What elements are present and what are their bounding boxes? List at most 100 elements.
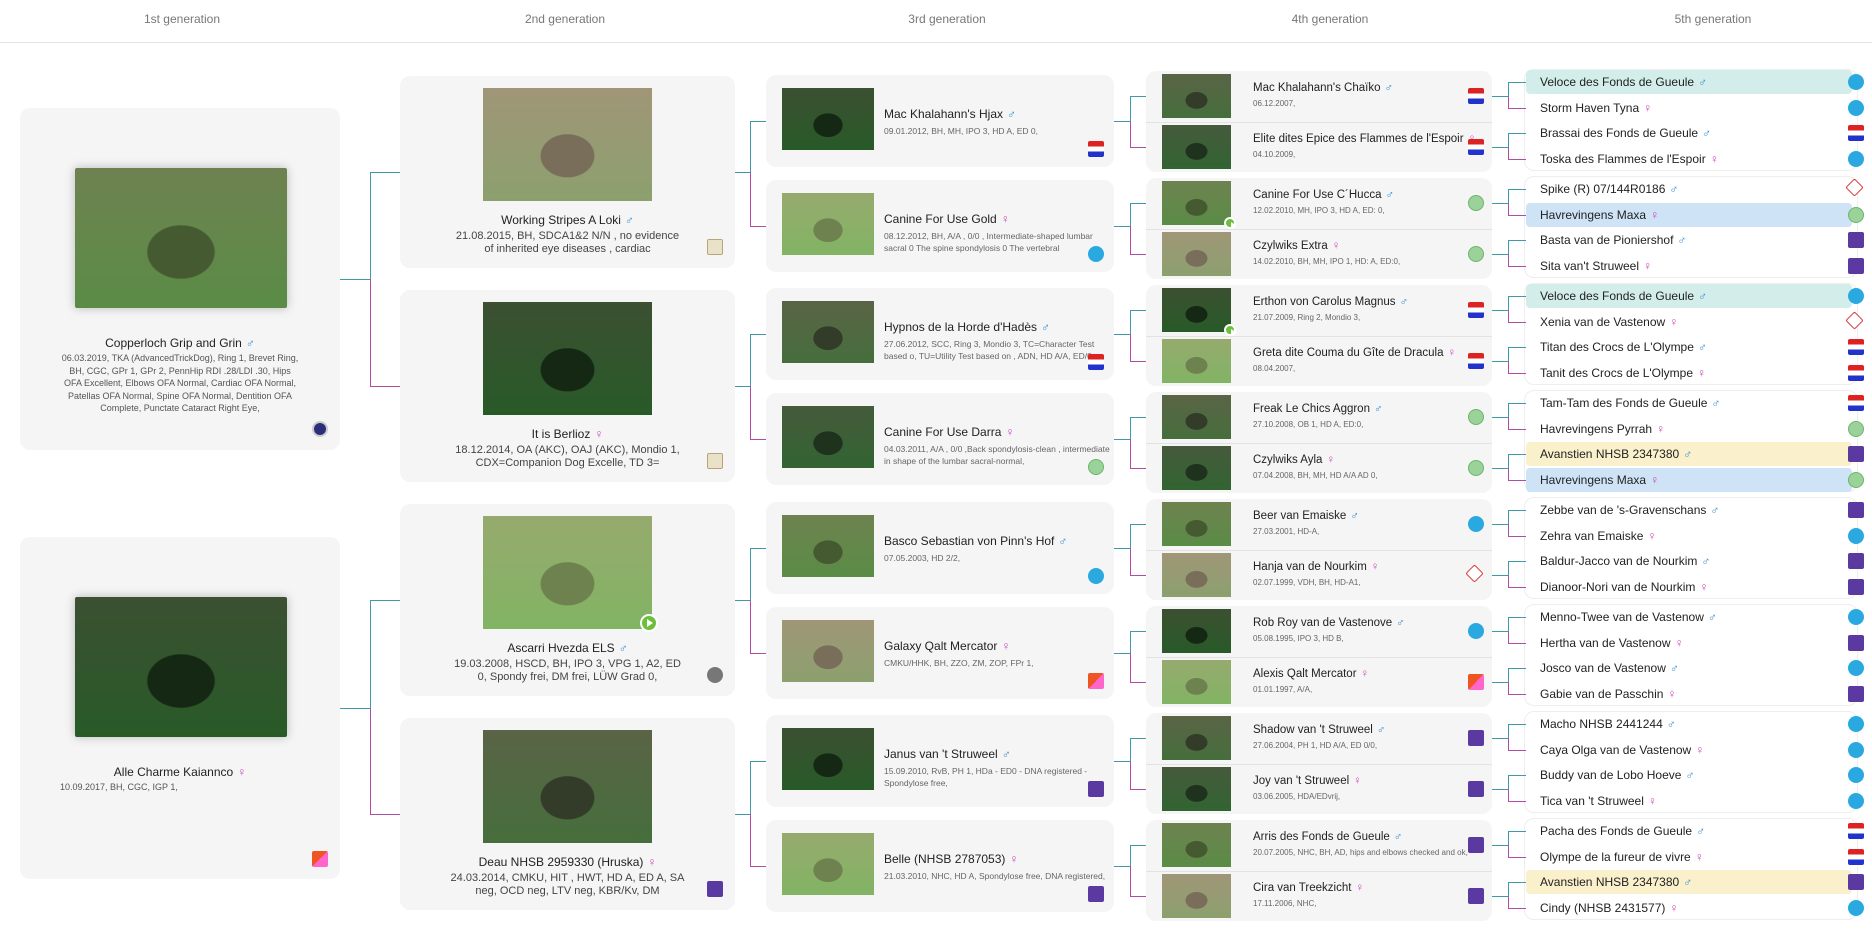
gen2-card[interactable]: Working Stripes A Loki ♂ 21.08.2015, BH, S… (400, 76, 735, 268)
blue-registry-icon[interactable] (1848, 609, 1864, 625)
gen5-row[interactable]: Xenia van de Vastenow ♀ (1526, 310, 1864, 334)
purple-registry-icon[interactable] (1088, 886, 1104, 902)
gen3-card[interactable]: Mac Khalahann's Hjax ♂ 09.01.2012, BH, MH,… (766, 75, 1114, 167)
dog-photo[interactable] (782, 88, 874, 150)
gen2-card[interactable]: Deau NHSB 2959330 (Hruska) ♀ 24.03.2014, C… (400, 718, 735, 910)
green-registry-icon[interactable] (1468, 246, 1484, 262)
gen1-card[interactable]: Copperloch Grip and Grin ♂ 06.03.2019, TKA… (20, 108, 340, 450)
green-registry-icon[interactable] (1468, 409, 1484, 425)
flag-registry-icon[interactable] (1848, 848, 1864, 865)
gen4-row[interactable]: Canine For Use C´Hucca ♂ 12.02.2010, MH, I… (1146, 178, 1492, 230)
gen4-row[interactable]: Mac Khalahann's Chaïko ♂ 06.12.2007, (1146, 71, 1492, 121)
dog-photo[interactable] (1162, 874, 1231, 918)
gen5-row[interactable]: Spike (R) 07/144R0186 ♂ (1526, 177, 1864, 201)
blue-registry-icon[interactable] (1468, 516, 1484, 532)
gen4-row[interactable]: Beer van Emaiske ♂ 27.03.2001, HD-A, (1146, 499, 1492, 549)
brindle-dog-photo[interactable] (75, 168, 287, 308)
dog-name[interactable]: Alexis Qalt Mercator ♀ (1253, 668, 1369, 680)
dog-name[interactable]: Baldur-Jacco van de Nourkim ♂ (1540, 554, 1710, 568)
purple-registry-icon[interactable] (1848, 502, 1864, 518)
green-registry-icon[interactable] (1848, 471, 1864, 488)
purple-registry-icon[interactable] (1468, 888, 1484, 904)
dog-photo[interactable] (782, 620, 874, 682)
blue-registry-icon[interactable] (1848, 150, 1864, 167)
dog-photo[interactable] (782, 301, 874, 363)
dog-photo[interactable] (1162, 288, 1231, 332)
gen3-card[interactable]: Hypnos de la Horde d'Hadès ♂ 27.06.2012, S… (766, 288, 1114, 380)
dog-photo[interactable] (483, 730, 652, 843)
blue-registry-icon[interactable] (1848, 527, 1864, 544)
blue-registry-icon[interactable] (1088, 246, 1104, 262)
video-play-icon[interactable] (640, 614, 658, 632)
dog-name[interactable]: Zehra van Emaiske ♀ (1540, 529, 1656, 543)
flag-registry-icon[interactable] (1848, 364, 1864, 381)
dog-name[interactable]: Beer van Emaiske ♂ (1253, 510, 1359, 522)
purple-registry-icon[interactable] (1848, 874, 1864, 891)
dog-photo[interactable] (1162, 660, 1231, 704)
dog-name[interactable]: Xenia van de Vastenow ♀ (1540, 315, 1678, 329)
flag-registry-icon[interactable] (1848, 339, 1864, 356)
dog-name[interactable]: Czylwiks Ayla ♀ (1253, 454, 1335, 466)
flag-registry-icon[interactable] (1468, 88, 1484, 104)
gen5-row[interactable]: Tanit des Crocs de L'Olympe ♀ (1526, 361, 1864, 385)
gen4-row[interactable]: Greta dite Couma du Gîte de Dracula ♀ 08.0… (1146, 336, 1492, 386)
gen4-row[interactable]: Cira van Treekzicht ♀ 17.11.2006, NHC, (1146, 871, 1492, 921)
dog-name[interactable]: Gabie van de Passchin ♀ (1540, 687, 1676, 701)
gen5-row[interactable]: Toska des Flammes de l'Espoir ♀ (1526, 147, 1864, 171)
gen5-row[interactable]: Veloce des Fonds de Gueule ♂ (1526, 70, 1864, 94)
gen4-row[interactable]: Joy van 't Struweel ♀ 03.06.2005, HDA/EDvr… (1146, 764, 1492, 814)
dog-photo[interactable] (1162, 74, 1231, 118)
dog-name[interactable]: Spike (R) 07/144R0186 ♂ (1540, 182, 1678, 196)
gen4-row[interactable]: Czylwiks Extra ♀ 14.02.2010, BH, MH, IPO 1… (1146, 229, 1492, 279)
gen5-row[interactable]: Tam-Tam des Fonds de Gueule ♂ (1526, 391, 1864, 415)
gray-registry-icon[interactable] (707, 667, 723, 683)
dog-name[interactable]: Elite dites Epice des Flammes de l'Espoi… (1253, 133, 1476, 145)
dog-name[interactable]: Havrevingens Pyrrah ♀ (1540, 422, 1665, 436)
gen3-card[interactable]: Canine For Use Darra ♀ 04.03.2011, A/A , 0… (766, 393, 1114, 485)
dog-photo[interactable] (1162, 502, 1231, 546)
orange-registry-icon[interactable] (312, 851, 328, 867)
gen3-card[interactable]: Basco Sebastian von Pinn's Hof ♂ 07.05.200… (766, 502, 1114, 594)
blue-registry-icon[interactable] (1848, 767, 1864, 784)
red-registry-icon[interactable] (1845, 310, 1864, 330)
purple-registry-icon[interactable] (1468, 781, 1484, 797)
gen3-card[interactable]: Galaxy Qalt Mercator ♀ CMKU/HHK, BH, ZZO, … (766, 607, 1114, 699)
gen4-row[interactable]: Alexis Qalt Mercator ♀ 01.01.1997, A/A, (1146, 657, 1492, 707)
dog-name[interactable]: Veloce des Fonds de Gueule ♂ (1540, 75, 1707, 89)
gen5-row[interactable]: Titan des Crocs de L'Olympe ♂ (1526, 335, 1864, 359)
flag-registry-icon[interactable] (1468, 302, 1484, 318)
dog-name[interactable]: It is Berlioz ♀ (400, 427, 735, 441)
dog-photo[interactable] (782, 406, 874, 468)
purple-registry-icon[interactable] (1468, 730, 1484, 746)
dog-name[interactable]: Veloce des Fonds de Gueule ♂ (1540, 289, 1707, 303)
green-registry-icon[interactable] (1468, 460, 1484, 476)
dog-photo[interactable] (782, 833, 874, 895)
gen5-row[interactable]: Baldur-Jacco van de Nourkim ♂ (1526, 549, 1864, 573)
gen5-row[interactable]: Basta van de Pioniershof ♂ (1526, 228, 1864, 252)
dog-name[interactable]: Hanja van de Nourkim ♀ (1253, 561, 1379, 573)
gen4-row[interactable]: Elite dites Epice des Flammes de l'Espoi… (1146, 122, 1492, 172)
dog-name[interactable]: Greta dite Couma du Gîte de Dracula ♀ (1253, 347, 1456, 359)
dog-name[interactable]: Tica van 't Struweel ♀ (1540, 794, 1657, 808)
orange-registry-icon[interactable] (1468, 674, 1484, 690)
flag-registry-icon[interactable] (1468, 139, 1484, 155)
green-registry-icon[interactable] (1088, 459, 1104, 475)
orange-registry-icon[interactable] (1088, 673, 1104, 689)
dog-name[interactable]: Macho NHSB 2441244 ♂ (1540, 717, 1676, 731)
dog-photo[interactable] (1162, 395, 1231, 439)
dog-name[interactable]: Basta van de Pioniershof ♂ (1540, 233, 1686, 247)
green-registry-icon[interactable] (1468, 195, 1484, 211)
dog-name[interactable]: Pacha des Fonds de Gueule ♂ (1540, 824, 1705, 838)
flag-registry-icon[interactable] (1088, 141, 1104, 157)
dog-name[interactable]: Joy van 't Struweel ♀ (1253, 775, 1362, 787)
gen5-row[interactable]: Storm Haven Tyna ♀ (1526, 96, 1864, 120)
purple-registry-icon[interactable] (1848, 685, 1864, 702)
gen5-row[interactable]: Olympe de la fureur de vivre ♀ (1526, 845, 1864, 869)
dog-name[interactable]: Galaxy Qalt Mercator ♀ (884, 639, 1010, 653)
dog-name[interactable]: Avanstien NHSB 2347380 ♂ (1540, 875, 1692, 889)
blue-registry-icon[interactable] (1848, 792, 1864, 809)
dog-photo[interactable] (483, 88, 652, 201)
blue-registry-icon[interactable] (1848, 99, 1864, 116)
dog-name[interactable]: Havrevingens Maxa ♀ (1540, 473, 1659, 487)
dog-name[interactable]: Storm Haven Tyna ♀ (1540, 101, 1652, 115)
